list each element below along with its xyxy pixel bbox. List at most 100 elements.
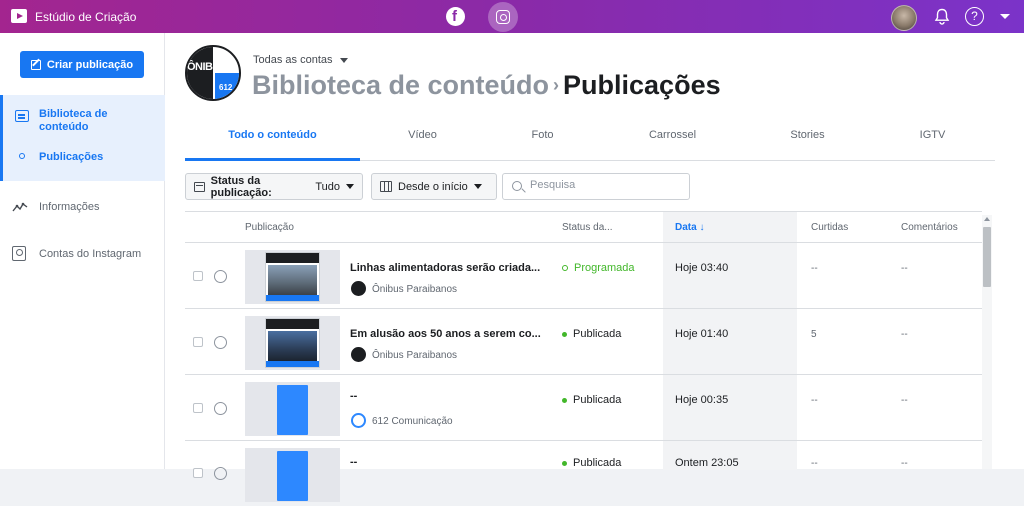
post-likes: -- xyxy=(811,395,818,406)
insights-icon xyxy=(12,202,28,212)
post-thumbnail[interactable] xyxy=(245,448,340,502)
account-avatar-icon xyxy=(351,413,366,428)
status-badge: Publicada xyxy=(562,394,621,406)
account-logo-number: 612 xyxy=(219,83,233,92)
sidebar-item-insights[interactable]: Informações xyxy=(39,201,100,213)
breadcrumb-parent[interactable]: Biblioteca de conteúdo xyxy=(252,70,549,100)
search-icon xyxy=(512,181,522,191)
sidebar-item-posts[interactable]: Publicações xyxy=(39,151,103,163)
tab-all-content[interactable]: Todo o conteúdo xyxy=(185,123,360,161)
date-filter-label: Desde o início xyxy=(398,180,468,193)
chevron-down-icon[interactable] xyxy=(340,58,348,63)
status-badge: Programada xyxy=(562,262,635,274)
post-comments: -- xyxy=(901,329,908,340)
post-thumbnail[interactable] xyxy=(245,316,340,370)
dot-icon xyxy=(19,153,25,159)
status-badge: Publicada xyxy=(562,328,621,340)
status-filter-label: Status da publicação: xyxy=(210,174,272,199)
tab-igtv[interactable]: IGTV xyxy=(870,123,995,161)
breadcrumb: Biblioteca de conteúdo › Publicações xyxy=(252,70,721,101)
search-input[interactable] xyxy=(530,179,680,191)
post-title[interactable]: Linhas alimentadoras serão criada... xyxy=(350,262,540,274)
table-row[interactable]: -- Publicada Ontem 23:05 -- -- xyxy=(185,440,982,506)
sidebar-item-label: Biblioteca de conteúdo xyxy=(39,108,108,133)
app-title: Estúdio de Criação xyxy=(35,10,137,24)
status-badge: Publicada xyxy=(562,457,621,469)
breadcrumb-separator: › xyxy=(553,75,560,95)
post-thumbnail[interactable] xyxy=(245,382,340,436)
bell-icon[interactable] xyxy=(934,8,950,25)
tab-stories[interactable]: Stories xyxy=(745,123,870,161)
header-date[interactable]: Data ↓ xyxy=(675,222,704,233)
header-status[interactable]: Status da... xyxy=(562,222,613,233)
account-logo: ÔNIBUS 612 xyxy=(185,45,241,101)
table-scrollbar[interactable] xyxy=(982,215,992,469)
row-checkbox[interactable] xyxy=(193,468,203,478)
sidebar-item-instagram-accounts[interactable]: Contas do Instagram xyxy=(39,248,141,260)
tab-photo[interactable]: Foto xyxy=(485,123,600,161)
post-comments: -- xyxy=(901,458,908,469)
post-likes: 5 xyxy=(811,329,817,340)
edit-icon xyxy=(30,59,41,70)
content-tabs: Todo o conteúdo Vídeo Foto Carrossel Sto… xyxy=(185,123,995,161)
account-icon xyxy=(12,246,26,261)
creator-studio-icon xyxy=(11,9,27,23)
search-box xyxy=(502,173,690,200)
post-date: Hoje 03:40 xyxy=(675,262,729,274)
post-source: 612 Comunicação xyxy=(372,416,453,427)
row-checkbox[interactable] xyxy=(193,271,203,281)
post-source: Ônibus Paraibanos xyxy=(372,350,458,361)
help-icon[interactable]: ? xyxy=(965,7,984,26)
account-avatar-icon xyxy=(351,281,366,296)
post-comments: -- xyxy=(901,395,908,406)
table-row[interactable]: Em alusão aos 50 anos a serem co... Ônib… xyxy=(185,308,982,374)
header-likes[interactable]: Curtidas xyxy=(811,222,848,233)
date-filter[interactable]: Desde o início xyxy=(371,173,497,200)
post-title[interactable]: Em alusão aos 50 anos a serem co... xyxy=(350,328,541,340)
chevron-down-icon xyxy=(346,184,354,189)
posts-table: Publicação Status da... Data ↓ Curtidas … xyxy=(185,211,982,502)
facebook-icon[interactable] xyxy=(446,7,465,26)
sidebar-item-content-library[interactable]: Biblioteca de conteúdo Publicações xyxy=(0,95,165,181)
top-bar: Estúdio de Criação ? xyxy=(0,0,1024,33)
photo-icon xyxy=(214,336,227,349)
header-comments[interactable]: Comentários xyxy=(901,222,958,233)
post-title[interactable]: -- xyxy=(350,390,357,402)
status-filter[interactable]: Status da publicação: Tudo xyxy=(185,173,363,200)
photo-icon xyxy=(214,270,227,283)
post-date: Hoje 00:35 xyxy=(675,394,729,406)
scrollbar-thumb[interactable] xyxy=(983,227,991,287)
create-post-button[interactable]: Criar publicação xyxy=(20,51,144,78)
create-post-label: Criar publicação xyxy=(46,58,134,71)
post-title[interactable]: -- xyxy=(350,456,357,468)
instagram-icon xyxy=(496,10,510,24)
post-source: Ônibus Paraibanos xyxy=(372,284,458,295)
instagram-tab[interactable] xyxy=(488,2,518,32)
post-thumbnail[interactable] xyxy=(245,250,340,304)
page-title: Publicações xyxy=(563,70,721,100)
post-likes: -- xyxy=(811,458,818,469)
row-checkbox[interactable] xyxy=(193,403,203,413)
tab-carousel[interactable]: Carrossel xyxy=(600,123,745,161)
chevron-down-icon[interactable] xyxy=(1000,14,1010,19)
post-comments: -- xyxy=(901,263,908,274)
post-date: Ontem 23:05 xyxy=(675,457,739,469)
account-selector[interactable]: Todas as contas xyxy=(253,54,333,66)
row-checkbox[interactable] xyxy=(193,337,203,347)
status-filter-value: Tudo xyxy=(315,180,340,193)
header-post[interactable]: Publicação xyxy=(245,222,294,233)
post-likes: -- xyxy=(811,263,818,274)
table-row[interactable]: Linhas alimentadoras serão criada... Ôni… xyxy=(185,242,982,308)
library-icon xyxy=(15,110,29,122)
tab-video[interactable]: Vídeo xyxy=(360,123,485,161)
avatar[interactable] xyxy=(891,5,917,31)
story-icon xyxy=(214,402,227,415)
account-logo-text: ÔNIBUS xyxy=(187,61,227,73)
table-row[interactable]: -- 612 Comunicação Publicada Hoje 00:35 … xyxy=(185,374,982,440)
sidebar: Criar publicação Biblioteca de conteúdo … xyxy=(0,33,165,469)
chevron-down-icon xyxy=(473,184,482,189)
calendar-icon xyxy=(380,181,392,192)
post-date: Hoje 01:40 xyxy=(675,328,729,340)
status-icon xyxy=(194,181,205,192)
scroll-up-icon[interactable] xyxy=(984,217,990,221)
